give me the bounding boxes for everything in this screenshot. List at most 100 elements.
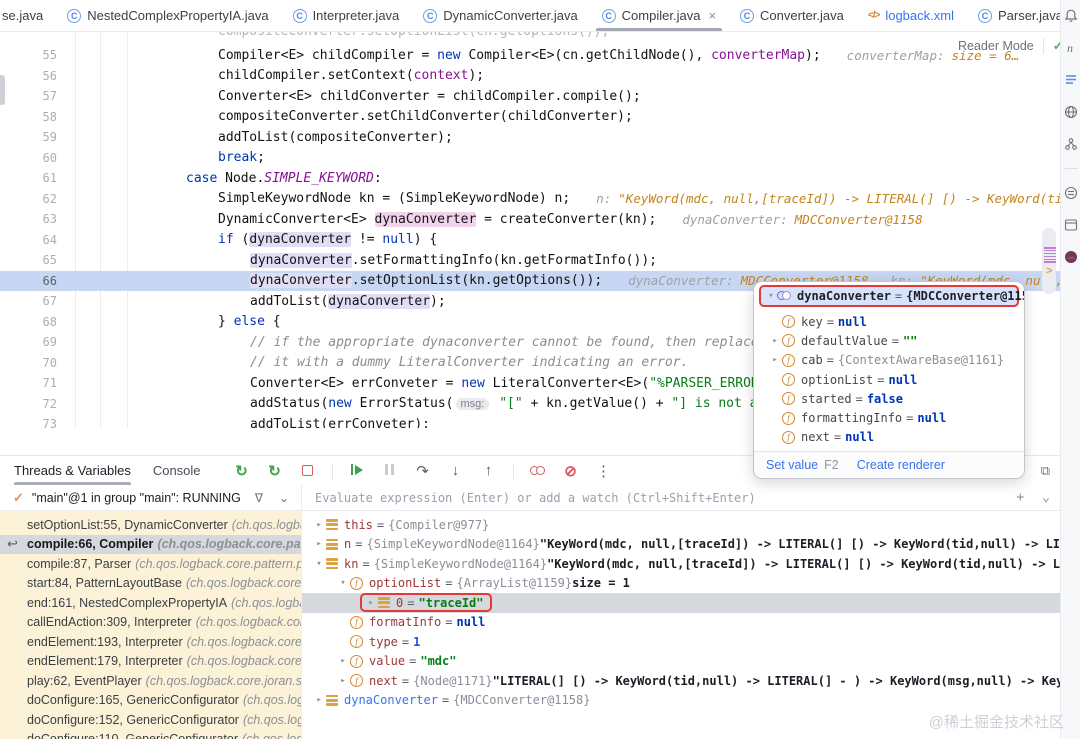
stack-frame[interactable]: endElement:179, Interpreter (ch.qos.logba…: [0, 652, 301, 672]
line-number[interactable]: 73: [0, 417, 62, 428]
editor-line[interactable]: 65 dynaConverter .setFormattingInfo(kn.get…: [0, 250, 1060, 271]
tab-Interpreter.java[interactable]: C Interpreter.java: [281, 0, 412, 31]
line-number[interactable]: 67: [0, 294, 62, 308]
variable-row[interactable]: ▸ this = {Compiler@977}: [302, 515, 1060, 535]
tree-chevron-icon[interactable]: ▸: [312, 520, 326, 530]
list-icon[interactable]: [1063, 72, 1079, 88]
avatar-icon[interactable]: [1063, 249, 1079, 265]
tree-chevron-icon[interactable]: ▸: [336, 656, 350, 666]
line-number[interactable]: 61: [0, 171, 62, 185]
popup-root-node[interactable]: ▾ dynaConverter = {MDCConverter@1158}: [759, 285, 1024, 307]
line-number[interactable]: 72: [0, 397, 62, 411]
stack-frame[interactable]: compile:87, Parser (ch.qos.logback.core.p…: [0, 554, 301, 574]
tab-se.java[interactable]: se.java: [0, 0, 55, 31]
variable-row[interactable]: ▸ dynaConverter = {MDCConverter@1158}: [302, 691, 1060, 711]
editor-line[interactable]: 64 if (dynaConverter != null) {: [0, 230, 1060, 251]
window-icon[interactable]: [1063, 217, 1079, 233]
stack-frame[interactable]: end:161, NestedComplexPropertyIA (ch.qos.…: [0, 593, 301, 613]
tree-chevron-icon[interactable]: ▸: [312, 695, 326, 705]
thread-chevron-icon[interactable]: ⌄: [279, 491, 289, 505]
add-watch-icon[interactable]: +: [1016, 490, 1024, 505]
line-number[interactable]: 68: [0, 315, 62, 329]
editor-line[interactable]: 63 DynamicConverter<E> dynaConverter = cr…: [0, 209, 1060, 230]
tab-console[interactable]: Console: [153, 456, 201, 485]
editor-line[interactable]: 57 Converter<E> childConverter = childCom…: [0, 86, 1060, 107]
line-number[interactable]: 71: [0, 376, 62, 390]
step-into-icon[interactable]: ↓: [447, 462, 465, 480]
popup-field-next[interactable]: f next = null: [754, 428, 1024, 447]
popup-field-started[interactable]: f started = false: [754, 389, 1024, 408]
close-icon[interactable]: ×: [708, 8, 716, 23]
create-renderer-action[interactable]: Create renderer: [857, 458, 945, 472]
editor-line[interactable]: 59 addToList(compositeConverter);: [0, 127, 1060, 148]
variable-row[interactable]: ▸ f next = {Node@1171} "LITERAL(] [) -> KeyW…: [302, 671, 1060, 691]
line-number[interactable]: 65: [0, 253, 62, 267]
popup-field-key[interactable]: f key = null: [754, 312, 1024, 331]
tree-chevron-icon[interactable]: ▸: [312, 539, 326, 549]
stack-frame[interactable]: callEndAction:309, Interpreter (ch.qos.lo…: [0, 613, 301, 633]
tree-chevron-icon[interactable]: ▸: [336, 676, 350, 686]
stack-frame[interactable]: endElement:193, Interpreter (ch.qos.logba…: [0, 632, 301, 652]
line-number[interactable]: 63: [0, 212, 62, 226]
reader-mode-widget[interactable]: Reader Mode ✓: [958, 38, 1064, 54]
rerun-plus-icon[interactable]: ↻: [266, 462, 284, 480]
editor-line[interactable]: 61 case Node. SIMPLE_KEYWORD:: [0, 168, 1060, 189]
chevron-down-icon[interactable]: ▾: [765, 291, 777, 301]
tab-threads-variables[interactable]: Threads & Variables: [14, 456, 131, 485]
evaluate-chevron-icon[interactable]: ⌄: [1042, 490, 1050, 505]
tab-Compiler.java[interactable]: C Compiler.java ×: [590, 0, 728, 31]
editor-line[interactable]: 60 break;: [0, 148, 1060, 169]
globe-icon[interactable]: [1063, 104, 1079, 120]
variable-row[interactable]: ▾ kn = {SimpleKeywordNode@1164} "KeyWord(md…: [302, 554, 1060, 574]
popup-field-cab[interactable]: ▸ f cab = {ContextAwareBase@1161}: [754, 351, 1024, 370]
popup-field-optionList[interactable]: f optionList = null: [754, 370, 1024, 389]
letter-n-icon[interactable]: n: [1063, 40, 1079, 56]
step-over-icon[interactable]: ↷: [414, 462, 432, 480]
chevron-right-icon[interactable]: ▸: [768, 336, 782, 346]
layout-settings-icon[interactable]: ⧉: [1041, 463, 1060, 479]
set-value-action[interactable]: Set value: [766, 458, 818, 472]
line-number[interactable]: 56: [0, 69, 62, 83]
resume-icon[interactable]: [348, 462, 366, 480]
line-number[interactable]: 70: [0, 356, 62, 370]
editor-line[interactable]: 62 SimpleKeywordNode kn = (SimpleKeywordN…: [0, 189, 1060, 210]
mute-breakpoints-icon[interactable]: ⊘: [562, 462, 580, 480]
tab-logback.xml[interactable]: </> logback.xml: [856, 0, 966, 31]
bell-icon[interactable]: [1063, 8, 1079, 24]
stack-frame[interactable]: doConfigure:165, GenericConfigurator (ch.…: [0, 691, 301, 711]
line-number[interactable]: 64: [0, 233, 62, 247]
structure-icon[interactable]: [1063, 136, 1079, 152]
tool-window-handle[interactable]: [0, 75, 5, 105]
editor-line[interactable]: 58 compositeConverter.setChildConverter(c…: [0, 107, 1060, 128]
line-number[interactable]: 58: [0, 110, 62, 124]
popup-field-defaultValue[interactable]: ▸ f defaultValue = "": [754, 331, 1024, 350]
reader-mode-label[interactable]: Reader Mode: [958, 39, 1034, 53]
chevron-right-icon[interactable]: ▸: [768, 355, 782, 365]
popup-field-formattingInfo[interactable]: f formattingInfo = null: [754, 408, 1024, 427]
stack-frame[interactable]: play:62, EventPlayer (ch.qos.logback.core…: [0, 671, 301, 691]
variable-row[interactable]: ▸ 0 = "traceId": [302, 593, 1060, 613]
tree-chevron-icon[interactable]: ▸: [364, 598, 378, 608]
pause-icon[interactable]: [381, 462, 399, 480]
thread-selector[interactable]: ✓ "main"@1 in group "main": RUNNING ∇ ⌄: [0, 485, 302, 510]
stop-icon[interactable]: [299, 462, 317, 480]
variable-row[interactable]: ▸ n = {SimpleKeywordNode@1164} "KeyWord(mdc…: [302, 535, 1060, 555]
build-icon[interactable]: [1063, 185, 1079, 201]
stack-frame[interactable]: setOptionList:55, DynamicConverter (ch.qo…: [0, 515, 301, 535]
variable-row[interactable]: f type = 1: [302, 632, 1060, 652]
variable-row[interactable]: ▸ f value = "mdc": [302, 652, 1060, 672]
more-icon[interactable]: ⋮: [595, 462, 613, 480]
stack-frame[interactable]: ↩ compile:66, Compiler (ch.qos.logback.cor…: [0, 534, 301, 554]
line-number[interactable]: 66: [0, 274, 62, 288]
line-number[interactable]: 69: [0, 335, 62, 349]
editor-line[interactable]: 56 childCompiler.setContext(context);: [0, 66, 1060, 87]
stack-frame[interactable]: doConfigure:110, GenericConfigurator(ch.…: [0, 730, 301, 739]
tab-Parser.java[interactable]: C Parser.java: [966, 0, 1075, 31]
line-number[interactable]: 57: [0, 89, 62, 103]
rerun-icon[interactable]: ↻: [233, 462, 251, 480]
evaluate-expression-input[interactable]: Evaluate expression (Enter) or add a wat…: [302, 485, 1060, 510]
tree-chevron-icon[interactable]: ▾: [336, 578, 350, 588]
editor-line[interactable]: 55 Compiler<E> childCompiler = new Compil…: [0, 45, 1060, 66]
variable-row[interactable]: f formatInfo = null: [302, 613, 1060, 633]
line-number[interactable]: 60: [0, 151, 62, 165]
